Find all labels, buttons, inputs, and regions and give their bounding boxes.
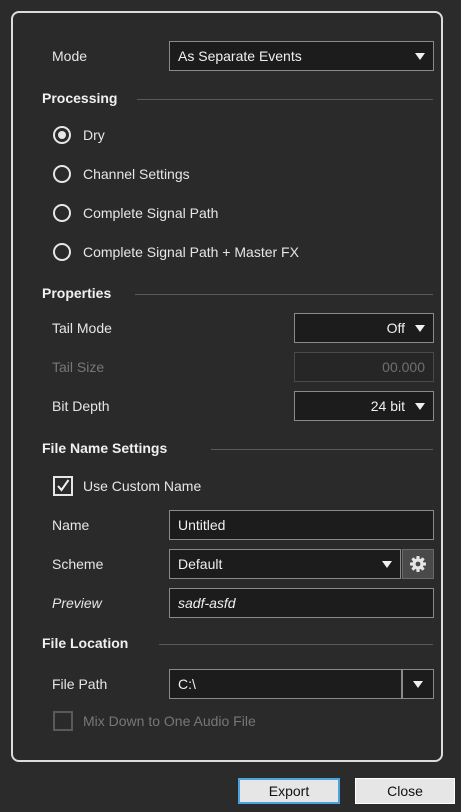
properties-section-title: Properties xyxy=(42,285,112,301)
chevron-down-icon xyxy=(415,403,425,410)
mix-down-checkbox[interactable] xyxy=(53,711,73,731)
chevron-down-icon xyxy=(382,561,392,568)
file-name-settings-section-title: File Name Settings xyxy=(42,440,168,456)
file-name-settings-divider xyxy=(211,449,433,450)
mode-value: As Separate Events xyxy=(178,48,302,64)
tail-mode-dropdown[interactable]: Off xyxy=(294,313,434,343)
processing-option-channel-settings[interactable]: Channel Settings xyxy=(53,163,353,185)
properties-divider xyxy=(135,294,433,295)
processing-option-label: Complete Signal Path xyxy=(83,205,219,221)
chevron-down-icon xyxy=(413,681,423,688)
file-location-divider xyxy=(159,644,433,645)
mode-label: Mode xyxy=(52,48,88,64)
radio-button[interactable] xyxy=(53,243,71,261)
processing-option-complete-signal-path-master-fx[interactable]: Complete Signal Path + Master FX xyxy=(53,241,393,263)
checkmark-icon xyxy=(57,479,70,492)
use-custom-name-label: Use Custom Name xyxy=(83,478,202,494)
use-custom-name-checkbox[interactable] xyxy=(53,476,73,496)
chevron-down-icon xyxy=(415,53,425,60)
preview-label: Preview xyxy=(52,595,102,611)
processing-section-title: Processing xyxy=(42,90,118,106)
file-path-dropdown-button[interactable] xyxy=(402,669,434,699)
file-path-label: File Path xyxy=(52,676,108,692)
tail-size-label: Tail Size xyxy=(52,359,105,375)
preview-field: sadf-asfd xyxy=(169,588,434,618)
gear-icon xyxy=(410,556,426,572)
file-path-input[interactable]: C:\ xyxy=(169,669,402,699)
mode-dropdown[interactable]: As Separate Events xyxy=(169,41,434,71)
scheme-value: Default xyxy=(178,556,223,572)
bit-depth-dropdown[interactable]: 24 bit xyxy=(294,391,434,421)
bit-depth-label: Bit Depth xyxy=(52,398,110,414)
file-path-value: C:\ xyxy=(178,676,196,692)
bit-depth-value: 24 bit xyxy=(370,398,405,414)
file-location-section-title: File Location xyxy=(42,635,129,651)
scheme-settings-button[interactable] xyxy=(402,549,434,579)
tail-mode-value: Off xyxy=(386,320,405,336)
mix-down-checkbox-row[interactable]: Mix Down to One Audio File xyxy=(53,710,333,732)
scheme-label: Scheme xyxy=(52,556,104,572)
processing-option-complete-signal-path[interactable]: Complete Signal Path xyxy=(53,202,353,224)
mix-down-label: Mix Down to One Audio File xyxy=(83,713,256,729)
export-settings-panel: Mode As Separate Events Processing Dry C… xyxy=(11,11,443,762)
processing-option-label: Complete Signal Path + Master FX xyxy=(83,244,299,260)
processing-divider xyxy=(137,99,433,100)
export-button[interactable]: Export xyxy=(238,778,340,804)
name-input[interactable]: Untitled xyxy=(169,510,434,540)
use-custom-name-checkbox-row[interactable]: Use Custom Name xyxy=(53,475,273,497)
scheme-dropdown[interactable]: Default xyxy=(169,549,401,579)
processing-option-dry[interactable]: Dry xyxy=(53,124,353,146)
radio-button[interactable] xyxy=(53,204,71,222)
radio-button[interactable] xyxy=(53,126,71,144)
close-button[interactable]: Close xyxy=(355,778,455,804)
radio-selected-dot xyxy=(58,131,66,139)
processing-option-label: Channel Settings xyxy=(83,166,190,182)
preview-value: sadf-asfd xyxy=(178,595,236,611)
radio-button[interactable] xyxy=(53,165,71,183)
tail-size-input[interactable]: 00.000 xyxy=(294,352,434,382)
tail-size-value: 00.000 xyxy=(382,359,425,375)
name-label: Name xyxy=(52,517,90,533)
tail-mode-label: Tail Mode xyxy=(52,320,112,336)
processing-option-label: Dry xyxy=(83,127,105,143)
chevron-down-icon xyxy=(415,325,425,332)
name-value: Untitled xyxy=(178,517,226,533)
